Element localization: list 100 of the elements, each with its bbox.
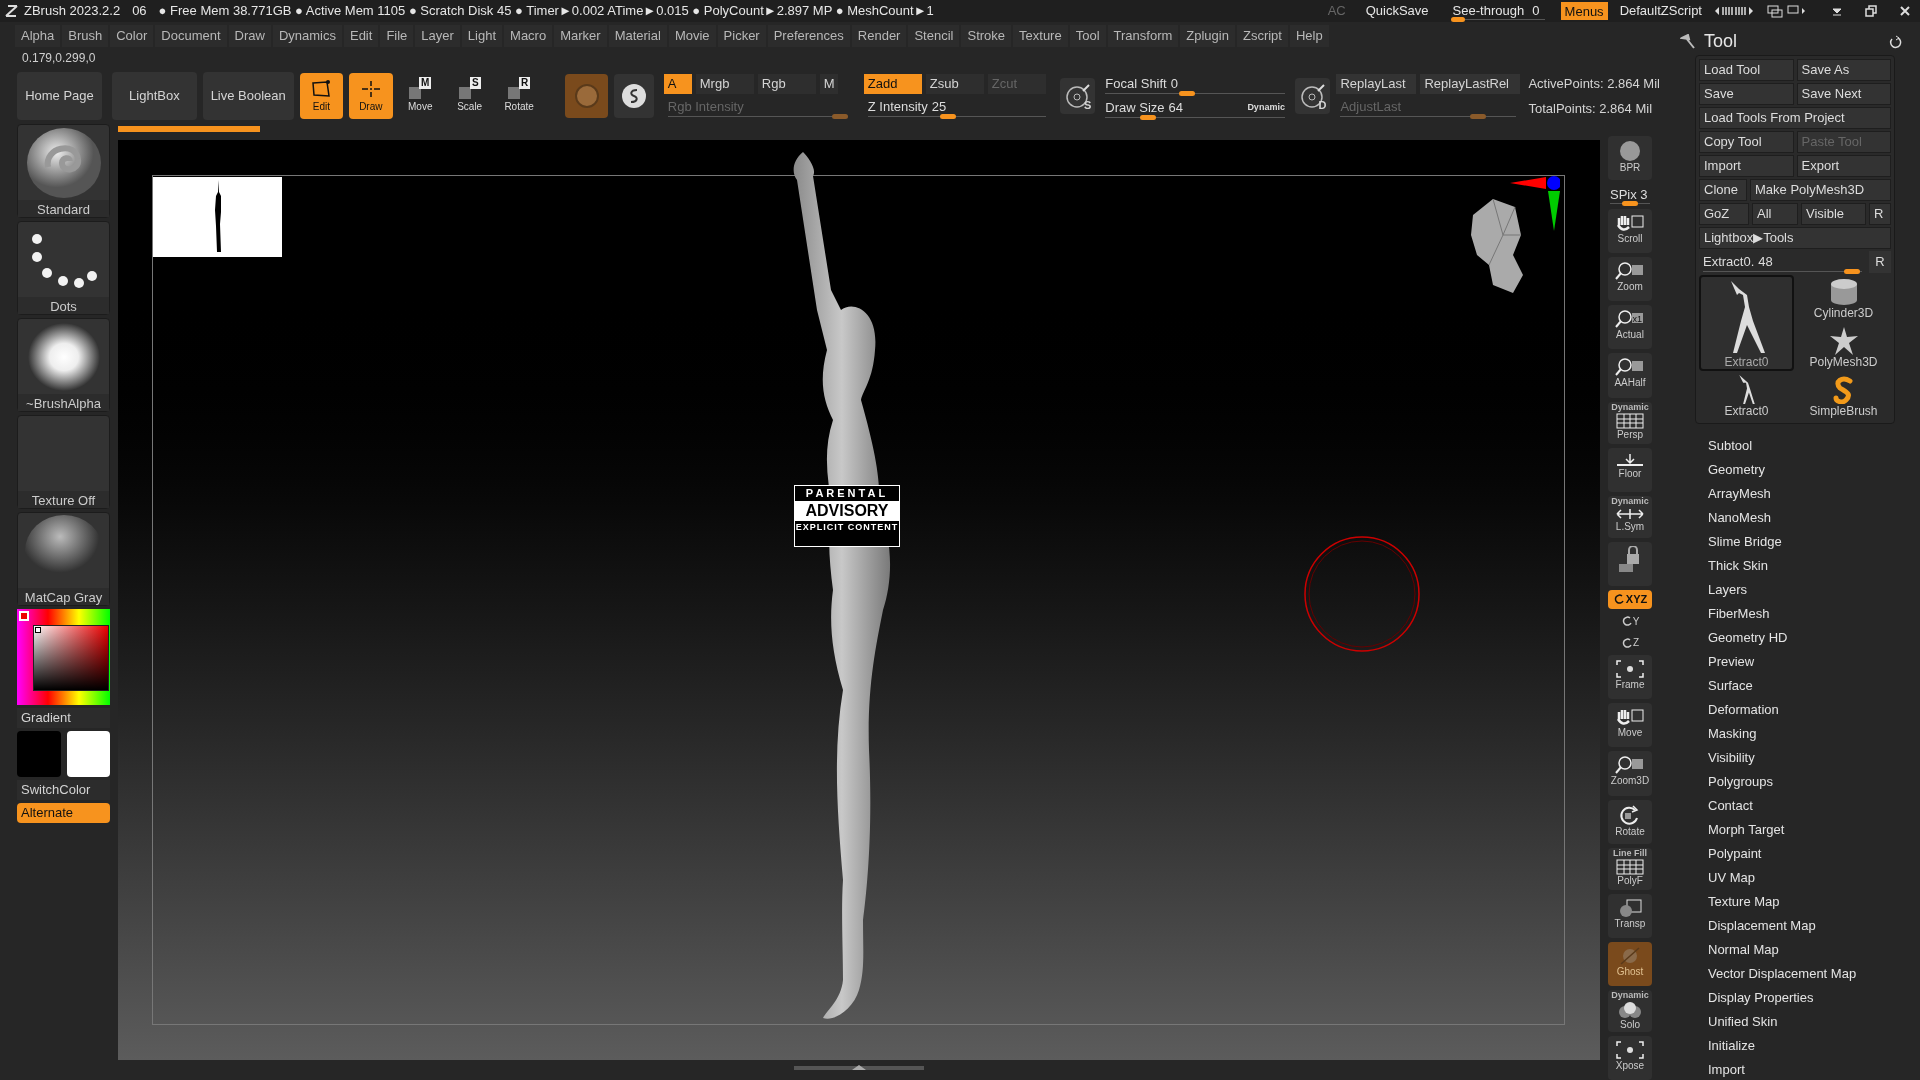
menu-item[interactable]: Alpha (15, 25, 61, 47)
menu-item[interactable]: Movie (668, 25, 716, 47)
nav-button[interactable]: Home Page (17, 72, 102, 120)
menu-item[interactable]: Zscript (1236, 25, 1288, 47)
menu-item[interactable]: Edit (343, 25, 379, 47)
tool-action-button[interactable]: GoZ (1699, 203, 1749, 225)
ghost-tool-button[interactable]: Ghost (1608, 941, 1652, 986)
palette-section[interactable]: Surface (1708, 674, 1920, 698)
draw-mode-button[interactable]: Draw (349, 73, 393, 119)
tool-slider[interactable]: Extract0. 48 (1699, 251, 1866, 273)
palette-section[interactable]: Contact (1708, 794, 1920, 818)
magnifier-tool-button[interactable]: Zoom3D (1608, 751, 1652, 796)
menu-item[interactable]: Render (851, 25, 907, 47)
nav-button[interactable]: Live Boolean (202, 72, 294, 120)
magnifier-tool-button[interactable]: AAHalf (1608, 353, 1652, 398)
frame-tool-button[interactable]: Xpose (1608, 1035, 1652, 1080)
palette-section[interactable]: Display Properties (1708, 986, 1920, 1010)
rotate-axis-button[interactable]: Y (1615, 612, 1645, 631)
dots-tile[interactable]: Dots (17, 221, 110, 315)
tool-action-button[interactable]: Visible (1801, 203, 1866, 225)
palette-section[interactable]: UV Map (1708, 866, 1920, 890)
menu-item[interactable]: Zplugin (1180, 25, 1235, 47)
tool-action-button[interactable]: Save Next (1796, 83, 1891, 105)
matcap-tile[interactable]: MatCap Gray (17, 512, 110, 606)
palette-section[interactable]: Polygroups (1708, 770, 1920, 794)
menu-item[interactable]: Texture (1013, 25, 1068, 47)
tool-action-button[interactable]: All (1752, 203, 1798, 225)
depth-button[interactable]: Zadd (863, 74, 922, 94)
material-button[interactable] (564, 74, 609, 118)
palette-section[interactable]: Subtool (1708, 434, 1920, 458)
palette-section[interactable]: Morph Target (1708, 818, 1920, 842)
edit-mode-button[interactable]: Edit (299, 73, 344, 119)
arrows-tool-button[interactable]: Dynamic L.Sym (1608, 495, 1652, 538)
slider-thumb[interactable] (1140, 115, 1157, 120)
menu-item[interactable]: Picker (717, 25, 766, 47)
palette-section[interactable]: Displacement Map (1708, 914, 1920, 938)
frame-tool-button[interactable]: Frame (1608, 655, 1652, 700)
quicksave-button[interactable]: QuickSave (1357, 1, 1437, 21)
focal-shift-slider[interactable]: Focal Shift 0 (1101, 73, 1289, 95)
menu-item[interactable]: File (380, 25, 414, 47)
menu-item[interactable]: Tool (1069, 25, 1106, 47)
rotate-mode-button[interactable]: R Rotate (497, 73, 541, 119)
menu-item[interactable]: Color (110, 25, 154, 47)
rotate-tool-button[interactable]: Rotate (1608, 799, 1652, 844)
menu-item[interactable]: Brush (62, 25, 109, 47)
tool-thumbnail[interactable]: Extract0 (1699, 373, 1794, 420)
alternate-button[interactable]: Alternate (17, 803, 110, 823)
palette-section[interactable]: ArrayMesh (1708, 482, 1920, 506)
palette-section[interactable]: Normal Map (1708, 938, 1920, 962)
palette-section[interactable]: Geometry HD (1708, 626, 1920, 650)
magnifier-tool-button[interactable]: Zoom (1608, 257, 1652, 302)
magnifier-tool-button[interactable]: x1 Actual (1608, 305, 1652, 350)
navigation-thumbnail[interactable] (153, 177, 282, 257)
palette-section[interactable]: Unified Skin (1708, 1010, 1920, 1034)
menu-item[interactable]: Light (461, 25, 503, 47)
rotate-axis-button[interactable]: XYZ (1608, 589, 1652, 609)
palette-section[interactable]: Initialize (1708, 1034, 1920, 1058)
menu-item[interactable]: Document (155, 25, 227, 47)
dynamics-settings-button[interactable]: D (1294, 78, 1331, 114)
hand-tool-button[interactable]: Scroll (1608, 209, 1652, 254)
channel-button[interactable]: Mrgb (695, 74, 754, 94)
tool-action-button[interactable]: Make PolyMesh3D (1750, 179, 1891, 201)
secondary-color-swatch[interactable] (67, 731, 110, 777)
tool-action-button[interactable]: Export (1796, 155, 1891, 177)
move-mode-button[interactable]: M Move (398, 73, 442, 119)
palette-section[interactable]: Geometry (1708, 458, 1920, 482)
menu-item[interactable]: Marker (554, 25, 607, 47)
menu-item[interactable]: Dynamics (272, 25, 342, 47)
spix-slider[interactable]: SPix 3 (1606, 184, 1654, 206)
grid-tool-button[interactable]: Dynamic Persp (1608, 401, 1652, 444)
picker-handle[interactable] (35, 627, 41, 633)
switch-color-button[interactable]: SwitchColor (17, 780, 110, 800)
standard-tile[interactable]: Standard (17, 124, 110, 218)
scale-mode-button[interactable]: S Scale (447, 73, 492, 119)
palette-section[interactable]: NanoMesh (1708, 506, 1920, 530)
menus-button[interactable]: Menus (1560, 2, 1608, 20)
tool-thumbnail[interactable]: Cylinder3D (1796, 275, 1891, 322)
hand-tool-button[interactable]: Move (1608, 703, 1652, 748)
menu-item[interactable]: Draw (228, 25, 271, 47)
tool-action-button[interactable]: Load Tools From Project (1699, 107, 1891, 129)
palette-section[interactable]: Polypaint (1708, 842, 1920, 866)
slider-thumb[interactable] (1622, 201, 1638, 207)
slider-thumb[interactable] (1450, 17, 1465, 22)
draw-size-slider[interactable]: Draw Size 64 Dynamic (1101, 97, 1289, 119)
slider-thumb[interactable] (1843, 269, 1860, 274)
z-intensity-slider[interactable]: Z Intensity 25 (863, 96, 1050, 118)
gradient-button[interactable]: Gradient (17, 708, 110, 728)
palette-section[interactable]: Deformation (1708, 698, 1920, 722)
nav-button[interactable]: LightBox (111, 72, 197, 120)
circles-tool-button[interactable]: Dynamic Solo (1608, 989, 1652, 1032)
channel-button[interactable]: Rgb (757, 74, 816, 94)
floor-tool-button[interactable]: Floor (1608, 447, 1652, 492)
texture-tile[interactable]: Texture Off (17, 415, 110, 509)
tool-action-button[interactable]: Save (1699, 83, 1794, 105)
lock-tool-button[interactable] (1608, 541, 1652, 586)
stroke-settings-button[interactable]: S (1059, 78, 1096, 114)
tool-action-button[interactable]: Save As (1796, 59, 1891, 81)
palette-section[interactable]: Thick Skin (1708, 554, 1920, 578)
palette-section[interactable]: Masking (1708, 722, 1920, 746)
palette-section[interactable]: Vector Displacement Map (1708, 962, 1920, 986)
